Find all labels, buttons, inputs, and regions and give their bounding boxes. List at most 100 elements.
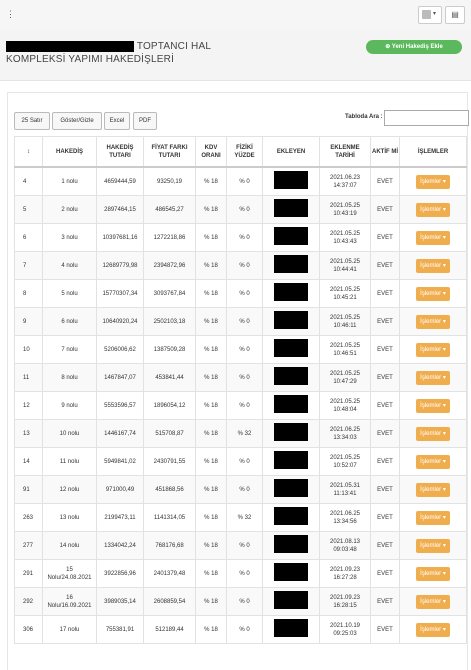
sort-icon[interactable]: ↕ (14, 136, 43, 168)
row-id: 263 (14, 503, 43, 532)
row-islemler: İşlemler ▾ (399, 615, 467, 644)
islemler-dropdown-button[interactable]: İşlemler ▾ (416, 174, 450, 189)
row-kdv: % 18 (195, 503, 227, 532)
row-eklenme-tarihi: 2021.05.25 10:43:19 (319, 195, 371, 224)
row-date: 2021.09.23 (329, 594, 361, 601)
header-hakedis-tutari[interactable]: HAKEDİŞ TUTARI (96, 136, 144, 168)
islemler-dropdown-button[interactable]: İşlemler ▾ (416, 342, 450, 357)
row-hakedis: 4 nolu (42, 251, 97, 280)
row-aktif: EVET (370, 195, 400, 224)
row-ekleyen (262, 195, 320, 224)
table-search-input[interactable] (384, 110, 469, 126)
row-aktif: EVET (370, 335, 400, 364)
redacted-user (274, 395, 308, 413)
islemler-dropdown-button[interactable]: İşlemler ▾ (416, 258, 450, 273)
row-fiyat-farki: 2401379,48 (143, 559, 196, 588)
row-hakedis: 3 nolu (42, 223, 97, 252)
row-eklenme-tarihi: 2021.06.25 13:34:03 (319, 419, 371, 448)
row-fiziki-yuzde: % 0 (226, 475, 263, 504)
islemler-dropdown-button[interactable]: İşlemler ▾ (416, 454, 450, 469)
islemler-dropdown-button[interactable]: İşlemler ▾ (416, 622, 450, 637)
islemler-dropdown-button[interactable]: İşlemler ▾ (416, 314, 450, 329)
header-hakedis[interactable]: HAKEDİŞ (42, 136, 97, 168)
page-header: TOPTANCI HAL KOMPLEKSİ YAPIMI HAKEDİŞLER… (0, 30, 471, 81)
row-hakedis: 13 nolu (42, 503, 97, 532)
header-fiziki-yuzde[interactable]: FİZİKİ YÜZDE (226, 136, 263, 168)
column-toggle-button[interactable]: Göster/Gizle (52, 112, 102, 130)
header-eklenme-tarihi[interactable]: EKLENME TARİHİ (319, 136, 371, 168)
row-date: 2021.05.25 (329, 370, 361, 377)
row-islemler: İşlemler ▾ (399, 447, 467, 476)
row-fiziki-yuzde: % 0 (226, 223, 263, 252)
row-date: 2021.05.25 (329, 230, 361, 237)
page-title-line1: TOPTANCI HAL (136, 41, 212, 52)
islemler-dropdown-button[interactable]: İşlemler ▾ (416, 398, 450, 413)
islemler-dropdown-button[interactable]: İşlemler ▾ (416, 426, 450, 441)
row-islemler: İşlemler ▾ (399, 419, 467, 448)
grid-menu-icon[interactable]: ▤ (445, 6, 465, 24)
row-islemler: İşlemler ▾ (399, 195, 467, 224)
redacted-user (274, 171, 308, 189)
row-ekleyen (262, 251, 320, 280)
row-time: 16:27:28 (333, 574, 357, 581)
row-ekleyen (262, 531, 320, 560)
islemler-dropdown-button[interactable]: İşlemler ▾ (416, 538, 450, 553)
row-fiziki-yuzde: % 0 (226, 251, 263, 280)
row-time: 11:13:41 (333, 490, 357, 497)
header-ekleyen[interactable]: EKLEYEN (262, 136, 320, 168)
islemler-dropdown-button[interactable]: İşlemler ▾ (416, 370, 450, 385)
row-date: 2021.05.25 (329, 314, 361, 321)
islemler-dropdown-button[interactable]: İşlemler ▾ (416, 482, 450, 497)
islemler-dropdown-button[interactable]: İşlemler ▾ (416, 230, 450, 245)
row-eklenme-tarihi: 2021.05.25 10:47:29 (319, 363, 371, 392)
row-eklenme-tarihi: 2021.05.25 10:46:51 (319, 335, 371, 364)
row-kdv: % 18 (195, 223, 227, 252)
islemler-dropdown-button[interactable]: İşlemler ▾ (416, 594, 450, 609)
rows-per-page-button[interactable]: 25 Satır (14, 112, 50, 130)
row-id: 11 (14, 363, 43, 392)
kebab-menu-icon[interactable]: ⋮ (6, 9, 15, 19)
row-time: 09:25:03 (333, 630, 357, 637)
row-date: 2021.05.25 (329, 342, 361, 349)
row-islemler: İşlemler ▾ (399, 475, 467, 504)
row-ekleyen (262, 587, 320, 616)
header-fiyat-farki[interactable]: FİYAT FARKI TUTARI (143, 136, 196, 168)
pdf-export-button[interactable]: PDF (133, 112, 157, 130)
row-tutar: 3922856,96 (96, 559, 144, 588)
row-date: 2021.05.25 (329, 286, 361, 293)
top-bar: ⋮ ▾ ▤ (0, 0, 471, 31)
row-fiyat-farki: 2394872,96 (143, 251, 196, 280)
row-aktif: EVET (370, 166, 400, 196)
row-aktif: EVET (370, 419, 400, 448)
row-tutar: 10397681,16 (96, 223, 144, 252)
row-islemler: İşlemler ▾ (399, 307, 467, 336)
row-kdv: % 18 (195, 447, 227, 476)
row-kdv: % 18 (195, 587, 227, 616)
row-tutar: 3989035,14 (96, 587, 144, 616)
row-ekleyen (262, 363, 320, 392)
header-aktif-mi[interactable]: AKTİF Mİ (370, 136, 400, 168)
user-avatar-icon (422, 10, 431, 19)
chevron-down-icon: ▾ (433, 11, 437, 17)
islemler-dropdown-button[interactable]: İşlemler ▾ (416, 286, 450, 301)
islemler-dropdown-button[interactable]: İşlemler ▾ (416, 202, 450, 217)
excel-export-button[interactable]: Excel (104, 112, 130, 130)
redacted-user (274, 479, 308, 497)
row-hakedis: 7 nolu (42, 335, 97, 364)
row-date: 2021.05.25 (329, 454, 361, 461)
row-id: 12 (14, 391, 43, 420)
hakedis-table: ↕ HAKEDİŞ HAKEDİŞ TUTARI FİYAT FARKI TUT… (14, 136, 467, 644)
redacted-user (274, 339, 308, 357)
row-fiziki-yuzde: % 0 (226, 166, 263, 196)
new-hakedis-button[interactable]: ⊕ Yeni Hakediş Ekle (366, 40, 462, 54)
user-menu-button[interactable]: ▾ (418, 6, 442, 24)
row-date: 2021.05.25 (329, 398, 361, 405)
redacted-user (274, 255, 308, 273)
row-ekleyen (262, 335, 320, 364)
islemler-dropdown-button[interactable]: İşlemler ▾ (416, 510, 450, 525)
row-fiyat-farki: 3093767,84 (143, 279, 196, 308)
islemler-dropdown-button[interactable]: İşlemler ▾ (416, 566, 450, 581)
header-kdv-orani[interactable]: KDV ORANI (195, 136, 227, 168)
row-eklenme-tarihi: 2021.05.25 10:52:07 (319, 447, 371, 476)
row-hakedis: 16 Nolu/16.09.2021 (42, 587, 97, 616)
